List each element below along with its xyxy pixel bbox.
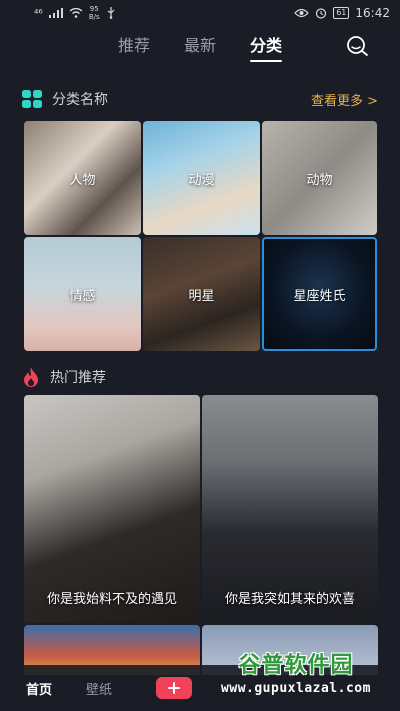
nav-wallpaper[interactable]: 壁纸 — [86, 679, 112, 698]
flame-icon — [24, 367, 38, 387]
category-section-title: 分类名称 — [52, 92, 108, 108]
hot-section-header: 热门推荐 — [22, 366, 378, 388]
nav-home[interactable]: 首页 — [26, 679, 52, 698]
tab-recommend[interactable]: 推荐 — [118, 32, 150, 62]
watermark: 谷普软件园 www.gupuxlazal.com — [198, 647, 394, 707]
status-bar: ⁴⁶ 95 B/s 61 16:42 — [0, 0, 400, 26]
hot-grid: 你是我始料不及的遇见 你是我突如其来的欢喜 — [24, 395, 378, 623]
hot-title-wrap: 热门推荐 — [22, 367, 106, 387]
tab-latest[interactable]: 最新 — [184, 32, 216, 62]
wifi-icon — [69, 8, 83, 18]
category-label: 星座姓氏 — [293, 288, 346, 304]
battery-level: 61 — [333, 7, 350, 19]
watermark-url: www.gupuxlazal.com — [221, 681, 371, 696]
category-title-wrap: 分类名称 — [22, 89, 108, 109]
net-speed-unit: B/s — [88, 13, 100, 21]
search-button[interactable] — [344, 34, 370, 60]
grid-icon — [22, 90, 42, 108]
category-tile-star[interactable]: 明星 — [143, 237, 260, 351]
category-tile-anime[interactable]: 动漫 — [143, 121, 260, 235]
category-label: 明星 — [188, 288, 215, 304]
category-tile-zodiac-surname[interactable]: 星座姓氏 — [262, 237, 377, 351]
status-right: 61 16:42 — [294, 6, 390, 20]
hot-card-caption: 你是我突如其来的欢喜 — [224, 592, 355, 607]
search-icon — [347, 36, 368, 56]
tab-category[interactable]: 分类 — [250, 32, 283, 62]
hot-card-caption: 你是我始料不及的遇见 — [46, 592, 177, 607]
net-speed-value: 95 — [89, 5, 99, 13]
usb-icon — [107, 7, 115, 19]
category-label: 动物 — [306, 172, 333, 188]
category-tile-people[interactable]: 人物 — [24, 121, 141, 235]
top-header: 推荐 最新 分类 — [0, 30, 400, 64]
status-left: ⁴⁶ 95 B/s — [34, 5, 116, 21]
category-grid: 人物 动漫 动物 情感 明星 星座姓氏 — [24, 121, 377, 351]
hot-card[interactable]: 你是我始料不及的遇见 — [24, 395, 200, 623]
net-speed: 95 B/s — [89, 5, 100, 21]
category-tile-animal[interactable]: 动物 — [262, 121, 377, 235]
category-tile-emotion[interactable]: 情感 — [24, 237, 141, 351]
alarm-icon — [316, 8, 327, 19]
signal-indicator: ⁴⁶ — [34, 6, 43, 20]
watermark-brand: 谷普软件园 — [238, 653, 354, 678]
see-more-link[interactable]: 查看更多 > — [311, 90, 378, 109]
clock: 16:42 — [355, 6, 390, 20]
eye-icon — [294, 8, 310, 18]
signal-bars-icon — [48, 8, 63, 18]
add-button[interactable] — [156, 677, 193, 699]
plus-icon — [168, 682, 181, 694]
hot-card[interactable]: 你是我突如其来的欢喜 — [202, 395, 378, 623]
category-section-header: 分类名称 查看更多 > — [22, 88, 378, 110]
category-label: 动漫 — [188, 172, 215, 188]
hot-section-title: 热门推荐 — [50, 370, 106, 386]
category-label: 情感 — [69, 288, 96, 304]
top-tabs: 推荐 最新 分类 — [118, 32, 283, 62]
category-label: 人物 — [69, 172, 96, 188]
